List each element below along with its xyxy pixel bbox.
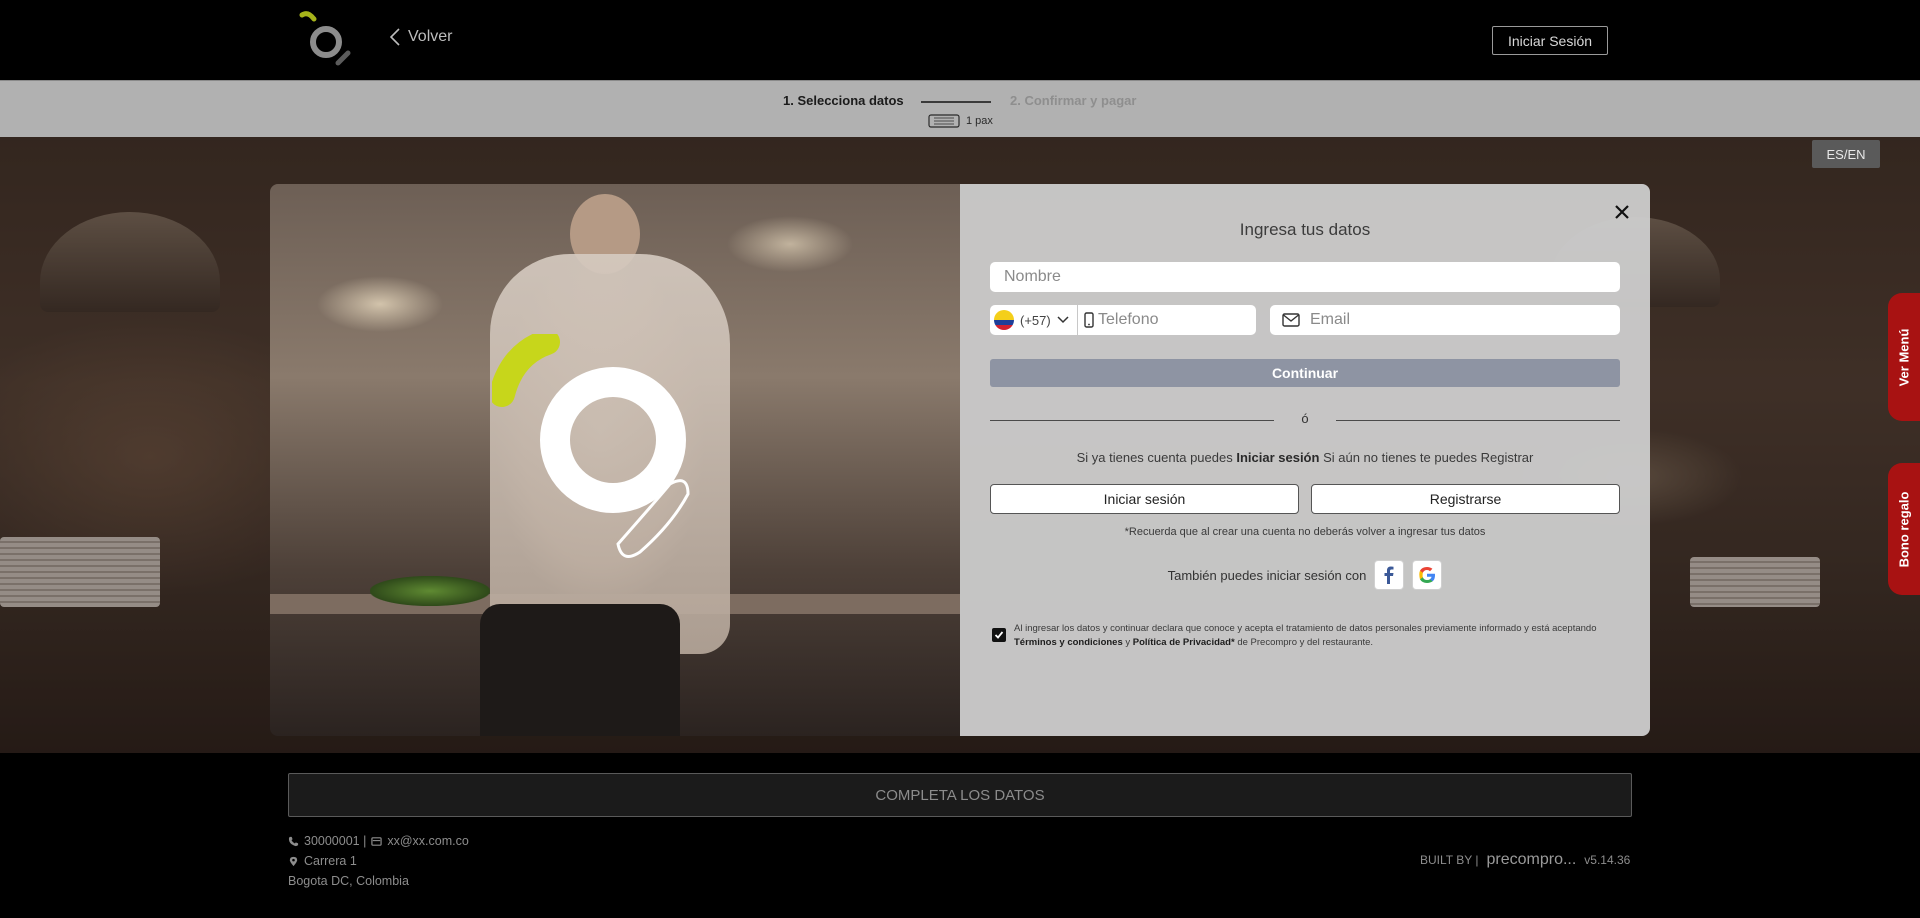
side-tab-gift-label: Bono regalo	[1896, 491, 1912, 567]
footer-email[interactable]: xx@xx.com.co	[387, 831, 468, 851]
city-row: Bogota DC, Colombia	[288, 871, 469, 891]
name-input[interactable]: Nombre	[990, 262, 1620, 292]
divider-right	[1336, 420, 1620, 421]
phone-input[interactable]: Telefono	[1078, 311, 1159, 329]
facebook-icon	[1384, 566, 1394, 584]
address-row: Carrera 1	[288, 851, 469, 871]
legal-and: y	[1125, 637, 1131, 648]
top-header: Volver Iniciar Sesión	[0, 0, 1920, 80]
or-separator: ó	[1301, 411, 1309, 426]
steps-bar: 1. Selecciona datos 2. Confirmar y pagar…	[0, 80, 1920, 137]
register-button[interactable]: Registrarse	[1311, 484, 1620, 514]
built-by: BUILT BY | precompro... v5.14.36	[1420, 851, 1630, 869]
precompro-logo[interactable]: precompro...	[1486, 851, 1576, 869]
brand-logo-large	[492, 334, 690, 558]
modal-photo	[270, 184, 960, 736]
brand-logo[interactable]	[296, 9, 360, 71]
name-placeholder: Nombre	[1004, 268, 1061, 285]
contact-info: 30000001 | xx@xx.com.co Carrera 1 Bogota…	[288, 831, 469, 891]
legal-suffix: de Precompro y del restaurante.	[1237, 637, 1374, 648]
mail-icon	[1282, 313, 1300, 327]
legal-consent: Al ingresar los datos y continuar declar…	[992, 622, 1622, 650]
side-tab-menu[interactable]: Ver Menú	[1888, 293, 1920, 421]
step-connector	[921, 101, 991, 103]
login-form-panel: Ingresa tus datos Nombre (+57) Telefono …	[960, 184, 1650, 736]
chevron-left-icon	[390, 28, 400, 46]
legal-text: Al ingresar los datos y continuar declar…	[1014, 622, 1622, 650]
login-header-button[interactable]: Iniciar Sesión	[1492, 26, 1608, 55]
complete-data-button[interactable]: COMPLETA LOS DATOS	[288, 773, 1632, 817]
built-by-label: BUILT BY |	[1420, 853, 1479, 867]
contact-row: 30000001 | xx@xx.com.co	[288, 831, 469, 851]
footer-city: Bogota DC, Colombia	[288, 874, 409, 888]
terms-link[interactable]: Términos y condiciones	[1014, 637, 1123, 648]
social-label: También puedes iniciar sesión con	[1167, 567, 1367, 583]
step-confirm-pay: 2. Confirmar y pagar	[1010, 93, 1137, 108]
colombia-flag-icon	[994, 310, 1014, 330]
phone-placeholder: Telefono	[1098, 311, 1159, 328]
account-login-link[interactable]: Iniciar sesión	[1236, 450, 1319, 465]
mobile-phone-icon	[1084, 312, 1094, 328]
email-placeholder: Email	[1310, 311, 1351, 328]
legal-prefix: Al ingresar los datos y continuar declar…	[1014, 623, 1597, 634]
mail-icon	[371, 836, 383, 846]
country-code: (+57)	[1020, 312, 1051, 328]
consent-checkbox[interactable]	[992, 628, 1006, 642]
google-login-button[interactable]	[1412, 560, 1443, 590]
side-tab-menu-label: Ver Menú	[1896, 328, 1912, 386]
google-icon	[1419, 567, 1436, 583]
continue-button[interactable]: Continuar	[990, 359, 1620, 387]
footer-address: Carrera 1	[304, 854, 357, 868]
email-input[interactable]: Email	[1270, 305, 1620, 335]
form-title: Ingresa tus datos	[1239, 220, 1371, 239]
facebook-login-button[interactable]	[1374, 560, 1405, 590]
social-login: También puedes iniciar sesión con	[960, 560, 1650, 590]
side-tab-gift[interactable]: Bono regalo	[1888, 463, 1920, 595]
greens-shape	[370, 576, 490, 606]
account-prefix: Si ya tienes cuenta puedes	[1076, 450, 1233, 465]
account-suffix: Si aún no tienes te puedes Registrar	[1323, 450, 1534, 465]
back-link[interactable]: Volver	[390, 28, 452, 46]
account-prompt: Si ya tienes cuenta puedes Iniciar sesió…	[960, 450, 1650, 465]
footer-phone: 30000001 |	[304, 834, 367, 848]
phone-field: (+57) Telefono	[990, 305, 1256, 335]
footer: COMPLETA LOS DATOS 30000001 | xx@xx.com.…	[0, 753, 1920, 918]
chef-pants	[480, 604, 680, 736]
privacy-link[interactable]: Política de Privacidad*	[1133, 637, 1235, 648]
check-icon	[994, 631, 1004, 639]
account-note: *Recuerda que al crear una cuenta no deb…	[1124, 526, 1486, 538]
country-code-select[interactable]: (+57)	[990, 305, 1078, 335]
language-toggle[interactable]: ES/EN	[1812, 140, 1880, 168]
pax-count: 1 pax	[966, 115, 993, 127]
app-version: v5.14.36	[1584, 853, 1631, 867]
location-pin-icon	[289, 856, 298, 866]
close-icon	[1615, 205, 1629, 219]
login-modal: Ingresa tus datos Nombre (+57) Telefono …	[270, 184, 1650, 736]
phone-icon	[288, 836, 299, 846]
login-button[interactable]: Iniciar sesión	[990, 484, 1299, 514]
step-select-data: 1. Selecciona datos	[783, 93, 904, 108]
ticket-icon	[928, 114, 960, 128]
chevron-down-icon	[1057, 316, 1069, 324]
back-label: Volver	[408, 28, 453, 45]
pax-indicator: 1 pax	[928, 114, 993, 128]
